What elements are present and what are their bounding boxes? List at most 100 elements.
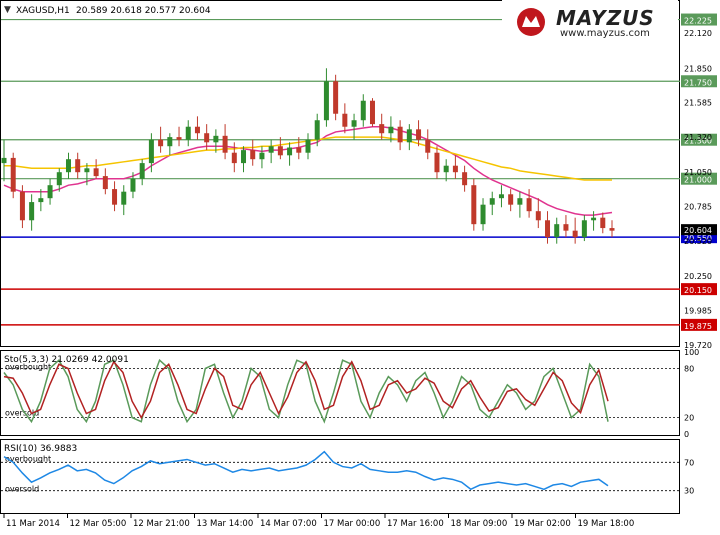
candle-body (93, 168, 99, 177)
candle-body (425, 139, 431, 153)
candle-body (167, 137, 173, 147)
candle-body (185, 126, 191, 140)
candle-body (517, 198, 523, 205)
candle-body (508, 194, 514, 205)
candle-body (323, 81, 329, 121)
candle-body (379, 124, 385, 134)
candle-body (406, 129, 412, 143)
x-tick-label: 19 Mar 18:00 (578, 519, 635, 529)
candle-body (563, 224, 569, 231)
candle-body (416, 129, 422, 140)
candle-body (342, 113, 348, 127)
candle-body (591, 217, 597, 221)
candle-body (102, 176, 108, 190)
candle-body (231, 152, 237, 164)
level-tag-label: 22.225 (684, 17, 712, 26)
candle-body (65, 159, 71, 173)
candle-body (452, 165, 458, 173)
candle-body (38, 198, 44, 203)
price-tick-label: 20.250 (684, 272, 712, 281)
x-tick-label: 19 Mar 02:00 (514, 519, 571, 529)
x-tick-label: 12 Mar 21:00 (133, 519, 190, 529)
price-tick-label: 21.320 (684, 133, 712, 142)
rsi-level-label: oversold (5, 485, 39, 494)
candle-body (351, 120, 357, 127)
rsi-label: RSI(10) 36.9883 (4, 444, 77, 454)
x-tick-label: 17 Mar 16:00 (387, 519, 444, 529)
candle-body (47, 185, 53, 199)
price-tick-label: 20.785 (684, 203, 712, 212)
stoch-tick-label: 0 (684, 430, 689, 439)
candle-body (535, 211, 541, 221)
candle-body (1, 157, 7, 164)
candle-body (498, 194, 504, 199)
logo-brand-name: MAYZUS (556, 6, 655, 30)
logo-url: www.mayzus.com (560, 28, 650, 39)
candle-body (545, 220, 551, 238)
candle-body (397, 126, 403, 143)
x-tick-label: 14 Mar 07:00 (260, 519, 317, 529)
candle-body (139, 163, 145, 179)
price-tick-label: 20.520 (684, 237, 712, 246)
price-tick-label: 22.120 (684, 29, 712, 38)
candle-body (600, 217, 606, 229)
stoch-label: Sto(5,3,3) 21.0269 42.0091 (4, 355, 129, 365)
candle-body (222, 135, 228, 153)
candle-body (75, 159, 81, 173)
candle-body (158, 139, 164, 147)
candle-body (130, 178, 136, 192)
collapse-arrow-icon[interactable]: ▼ (4, 5, 11, 15)
ohlc-readout: 20.589 20.618 20.577 20.604 (76, 6, 211, 16)
candle-body (213, 135, 219, 143)
chart-canvas[interactable]: 22.22521.75021.30021.00020.15019.87520.5… (0, 0, 720, 531)
candle-body (29, 202, 35, 221)
price-tick-label: 21.850 (684, 64, 712, 73)
candle-body (572, 230, 578, 238)
candle-body (434, 152, 440, 173)
price-tick-label: 19.985 (684, 307, 712, 316)
candle-body (360, 100, 366, 121)
stoch-tick-label: 20 (684, 414, 694, 423)
candle-body (10, 157, 16, 192)
candle-body (480, 204, 486, 225)
symbol-label: XAGUSD,H1 (16, 6, 70, 16)
rsi-tick-label: 70 (684, 458, 694, 467)
candle-body (489, 198, 495, 205)
candle-body (268, 146, 274, 153)
candle-body (526, 198, 532, 212)
candle-body (112, 189, 118, 205)
candle-body (259, 152, 265, 160)
candle-body (554, 224, 560, 238)
stoch-tick-label: 80 (684, 364, 694, 373)
level-tag-label: 20.150 (684, 286, 712, 295)
price-tick-label: 21.050 (684, 168, 712, 177)
candle-body (296, 147, 302, 153)
candle-body (148, 139, 154, 164)
candle-body (19, 191, 25, 221)
candle-body (314, 120, 320, 140)
candle-body (241, 150, 247, 164)
candle-body (84, 168, 90, 173)
candle-body (277, 146, 283, 156)
candle-body (388, 126, 394, 134)
candle-body (176, 137, 182, 140)
candle-body (204, 133, 210, 143)
x-tick-label: 13 Mar 14:00 (197, 519, 254, 529)
x-tick-label: 12 Mar 05:00 (70, 519, 127, 529)
level-tag-label: 21.750 (684, 78, 712, 87)
trading-chart-window: 22.225 21.750 21.300 21.000 20.150 19.875 20.5… (0, 0, 720, 531)
broker-logo: MAYZUS www.mayzus.com (502, 0, 678, 44)
x-tick-label: 11 Mar 2014 (6, 519, 60, 529)
candle-body (369, 100, 375, 125)
price-tick-label: 19.720 (684, 341, 712, 350)
mayzus-logo-icon (517, 8, 545, 36)
x-tick-label: 18 Mar 09:00 (451, 519, 508, 529)
candle-body (333, 81, 339, 114)
candle-body (121, 191, 127, 205)
price-tick-label: 21.585 (684, 99, 712, 108)
x-tick-label: 17 Mar 00:00 (324, 519, 381, 529)
rsi-tick-label: 30 (684, 487, 694, 496)
candle-body (443, 165, 449, 173)
candle-body (305, 139, 311, 153)
level-tag-label: 19.875 (684, 322, 712, 331)
